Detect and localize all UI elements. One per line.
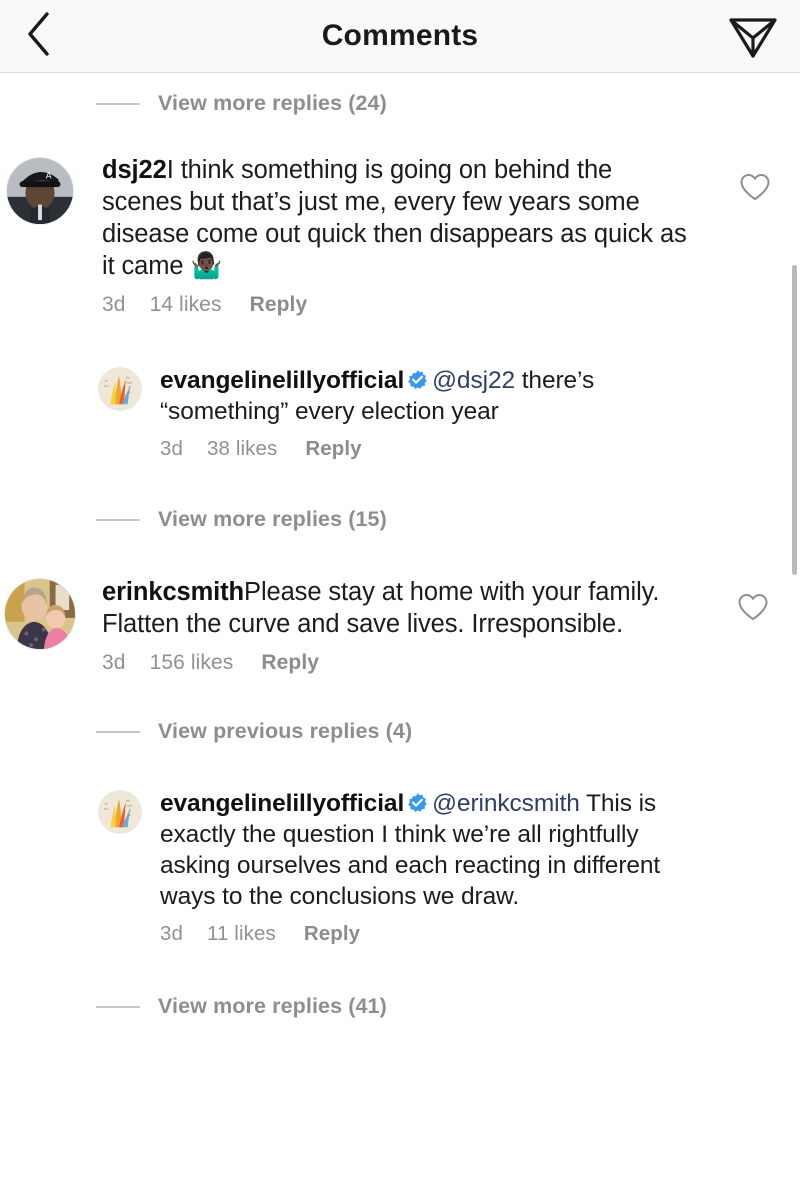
comment-body: evangelinelillyofficial @dsj22 there’s “…	[160, 365, 800, 461]
comment-meta: 3d 11 likes Reply	[160, 922, 800, 946]
view-replies-label: View more replies (15)	[158, 507, 387, 531]
comments-feed: View more replies (24) A dsj22I think so…	[0, 73, 800, 1019]
view-more-replies-24[interactable]: View more replies (24)	[0, 73, 800, 116]
comment-reply-button[interactable]: Reply	[261, 651, 319, 675]
avatar[interactable]: the light in us be free	[98, 367, 142, 411]
comment-body: evangelinelillyofficial @erinkcsmith Thi…	[160, 788, 800, 946]
comment-mention[interactable]: @erinkcsmith	[432, 790, 580, 817]
view-more-replies-41[interactable]: View more replies (41)	[0, 946, 800, 1019]
comment-likes-count[interactable]: 38 likes	[207, 437, 277, 461]
dash-divider-icon	[96, 730, 140, 733]
like-button[interactable]	[736, 590, 770, 624]
dash-divider-icon	[96, 518, 140, 521]
dash-divider-icon	[96, 1005, 140, 1008]
comment-likes-count[interactable]: 156 likes	[150, 651, 234, 675]
comment-username[interactable]: evangelinelillyofficial	[160, 367, 404, 394]
comment-reply-item: the light in us be free evangelinelillyo…	[98, 744, 800, 946]
comment-reply-button[interactable]: Reply	[250, 293, 308, 317]
back-button[interactable]	[14, 10, 62, 63]
svg-text:be: be	[105, 378, 109, 382]
comment-text-body: I think something is going on behind the…	[102, 156, 687, 280]
svg-text:us: us	[128, 390, 132, 394]
comment-likes-count[interactable]: 14 likes	[150, 293, 222, 317]
avatar[interactable]: the light in us be free	[98, 790, 142, 834]
svg-text:be: be	[105, 801, 109, 805]
page-title: Comments	[321, 19, 479, 52]
comment-timestamp: 3d	[160, 437, 184, 460]
comment-body: erinkcsmithPlease stay at home with your…	[102, 576, 800, 675]
erinkcsmith-avatar-image	[5, 579, 75, 649]
like-button[interactable]	[738, 170, 772, 204]
comment-timestamp: 3d	[102, 293, 126, 316]
comment-item: erinkcsmithPlease stay at home with your…	[4, 532, 800, 675]
svg-text:free: free	[104, 384, 110, 388]
svg-text:in: in	[129, 808, 132, 812]
svg-text:the: the	[126, 799, 131, 803]
comment-meta: 3d 38 likes Reply	[160, 437, 800, 461]
svg-text:light: light	[127, 803, 133, 807]
comment-likes-count[interactable]: 11 likes	[207, 922, 276, 946]
view-replies-label: View previous replies (4)	[158, 719, 413, 743]
view-replies-label: View more replies (41)	[158, 994, 387, 1018]
verified-badge-icon	[407, 367, 428, 389]
heart-outline-icon	[736, 594, 770, 628]
comment-meta: 3d 14 likes Reply	[102, 293, 800, 317]
dsj22-avatar-image: A	[7, 158, 73, 224]
comment-timestamp: 3d	[102, 651, 126, 674]
comment-reply-item: the light in us be free evangelinelillyo…	[98, 317, 800, 461]
comment-username[interactable]: evangelinelillyofficial	[160, 790, 404, 817]
comment-text: dsj22I think something is going on behin…	[102, 154, 694, 282]
evangelinelillyofficial-avatar-image: the light in us be free	[99, 791, 141, 833]
view-replies-label: View more replies (24)	[158, 91, 387, 115]
heart-outline-icon	[738, 174, 772, 208]
avatar[interactable]: A	[6, 157, 74, 225]
avatar[interactable]	[4, 578, 76, 650]
comment-username[interactable]: erinkcsmith	[102, 578, 244, 606]
comment-reply-button[interactable]: Reply	[305, 437, 361, 461]
svg-text:free: free	[104, 807, 110, 811]
comment-reply-button[interactable]: Reply	[304, 922, 360, 946]
comment-username[interactable]: dsj22	[102, 156, 167, 184]
comment-text: erinkcsmithPlease stay at home with your…	[102, 576, 662, 640]
svg-text:light: light	[127, 380, 133, 384]
comment-text: evangelinelillyofficial @dsj22 there’s “…	[160, 365, 682, 427]
evangelinelillyofficial-avatar-image: the light in us be free	[99, 368, 141, 410]
view-more-replies-15[interactable]: View more replies (15)	[0, 461, 800, 532]
share-button[interactable]	[726, 9, 780, 63]
svg-text:in: in	[129, 385, 132, 389]
view-previous-replies-4[interactable]: View previous replies (4)	[0, 675, 800, 744]
comment-item: A dsj22I think something is going on beh…	[6, 116, 800, 317]
comment-mention[interactable]: @dsj22	[432, 367, 515, 394]
comment-timestamp: 3d	[160, 922, 184, 945]
app-header: Comments	[0, 0, 800, 73]
comment-body: dsj22I think something is going on behin…	[102, 154, 800, 317]
dash-divider-icon	[96, 102, 140, 105]
verified-badge-icon	[407, 790, 428, 812]
svg-text:us: us	[128, 813, 132, 817]
chevron-left-icon	[23, 10, 53, 63]
svg-text:A: A	[46, 170, 52, 180]
comment-text: evangelinelillyofficial @erinkcsmith Thi…	[160, 788, 684, 912]
comment-meta: 3d 156 likes Reply	[102, 651, 800, 675]
paper-plane-icon	[726, 7, 780, 66]
svg-text:the: the	[126, 376, 131, 380]
